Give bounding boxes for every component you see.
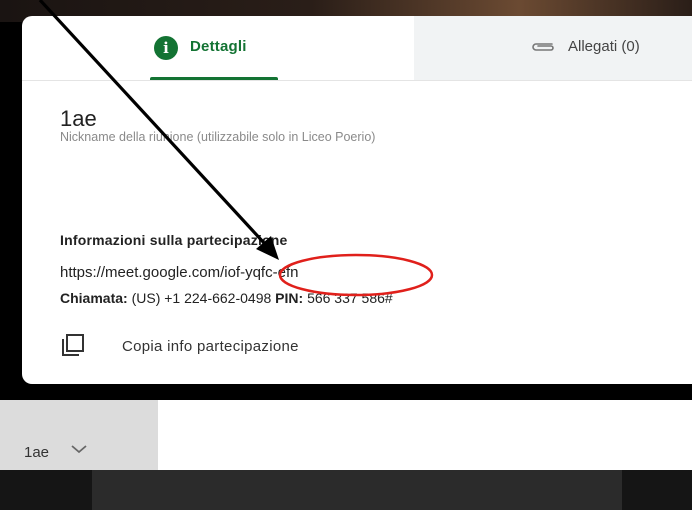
meeting-details-panel: i Dettagli Allegati (0) 1ae Nickname del… [22,16,692,384]
footer-segment [92,470,622,510]
dial-label: Chiamata: [60,290,128,306]
copy-join-info-label: Copia info partecipazione [122,338,299,355]
paperclip-icon [532,43,554,51]
meeting-nickname-note: Nickname della riunione (utilizzabile so… [60,130,376,144]
footer-strip [0,470,692,510]
tab-details-label: Dettagli [190,38,247,55]
tab-details[interactable]: i Dettagli [150,16,310,80]
chevron-down-icon [71,445,87,454]
copy-icon [62,334,84,356]
pin-value: 566 337 586# [307,290,393,306]
meeting-select-value: 1ae [24,444,50,461]
dial-in-info: Chiamata: (US) +1 224-662-0498 PIN: 566 … [60,290,393,306]
tab-attachments-label: Allegati (0) [568,38,640,55]
dial-number[interactable]: (US) +1 224-662-0498 [132,290,272,306]
tab-attachments[interactable]: Allegati (0) [414,16,692,80]
details-tab-bar: i Dettagli Allegati (0) [22,16,692,81]
meet-link[interactable]: https://meet.google.com/iof-yqfc-efn [60,264,298,281]
join-info-heading: Informazioni sulla partecipazione [60,232,288,248]
meeting-title: 1ae [60,106,97,131]
pin-label: PIN: [275,290,304,306]
copy-join-info-button[interactable]: Copia info partecipazione [60,332,460,362]
meeting-select[interactable]: 1ae [0,400,158,470]
info-icon: i [154,36,178,60]
active-tab-indicator [150,77,278,80]
bottom-bar: 1ae [0,400,692,470]
